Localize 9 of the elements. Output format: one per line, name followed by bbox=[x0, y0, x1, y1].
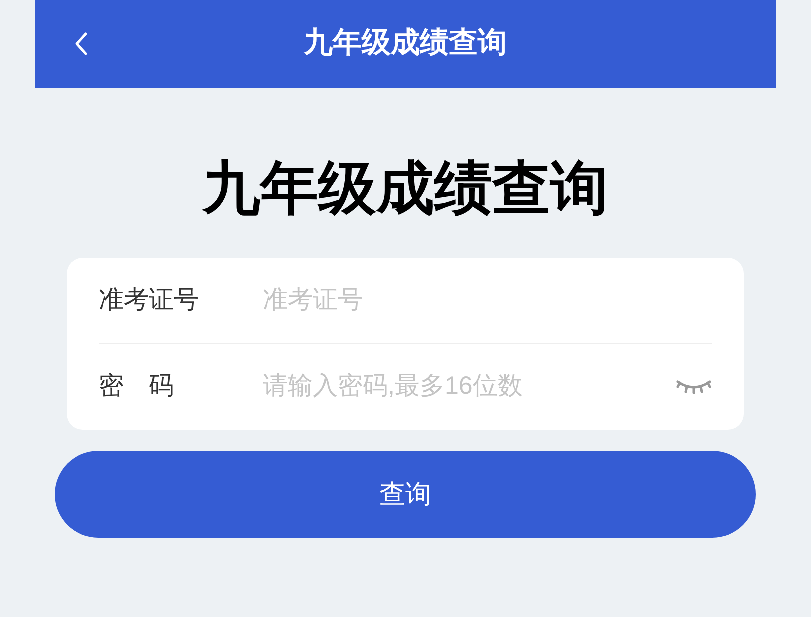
field-label: 准考证号 bbox=[99, 284, 200, 316]
window-title: 九年级成绩查询 bbox=[304, 26, 507, 62]
submit-button[interactable]: 查询 bbox=[55, 451, 756, 538]
password-field[interactable]: 请输入密码,最多16位数 bbox=[263, 368, 676, 406]
input-field[interactable]: 准考证号 bbox=[263, 282, 712, 320]
page-heading: 九年级成绩查询 bbox=[202, 160, 608, 218]
closed-eye-icon[interactable] bbox=[676, 379, 712, 395]
back-icon bbox=[74, 32, 88, 56]
field-label: 密 码 bbox=[99, 371, 175, 402]
